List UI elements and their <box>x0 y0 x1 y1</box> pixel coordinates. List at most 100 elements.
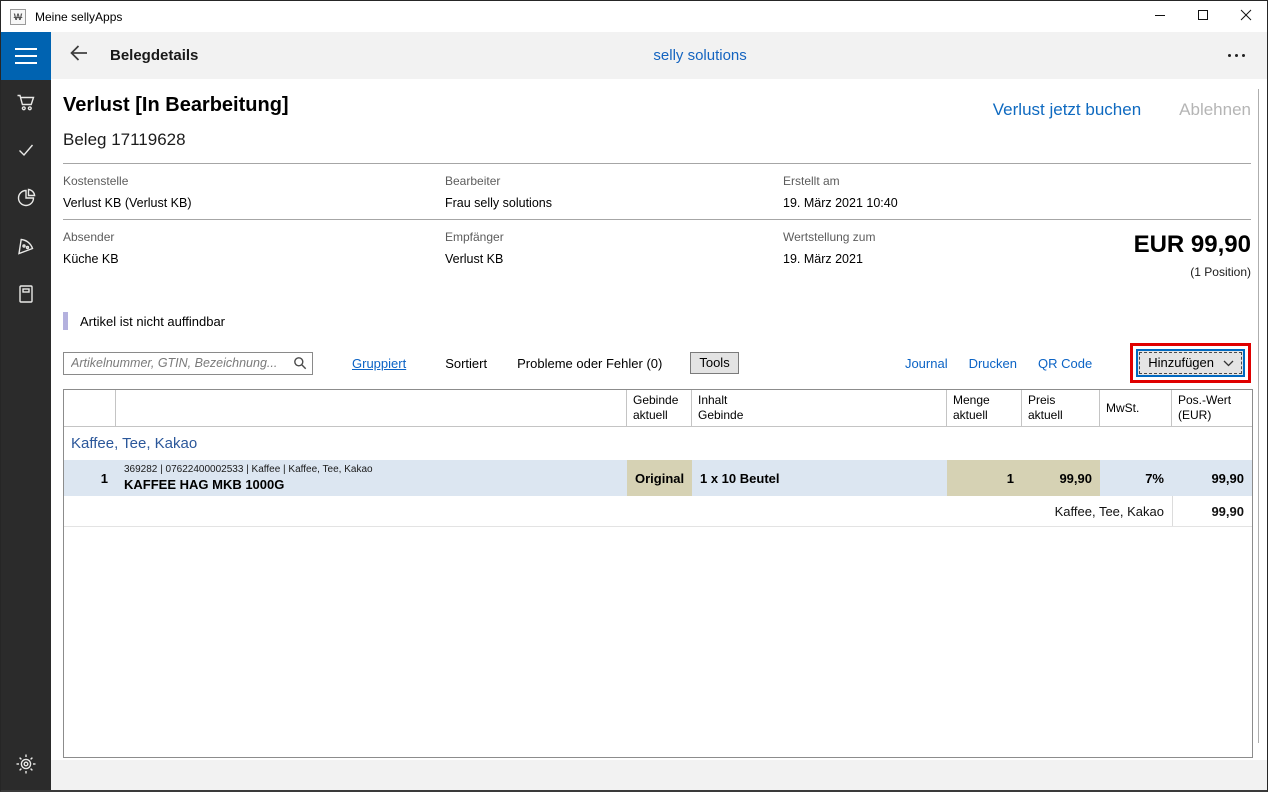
sidebar-item-cart[interactable] <box>1 80 51 128</box>
sidebar-item-statistics[interactable] <box>1 176 51 224</box>
document-total: EUR 99,90 (1 Position) <box>1083 230 1251 279</box>
more-icon <box>1228 54 1245 57</box>
row-number-cell: 1 <box>64 460 116 496</box>
table-header-row: Gebinde aktuell Inhalt Gebinde Menge akt… <box>64 390 1252 427</box>
window-title: Meine sellyApps <box>35 10 122 24</box>
document-number: Beleg 17119628 <box>63 130 1251 150</box>
print-link[interactable]: Drucken <box>969 356 1017 371</box>
journal-link[interactable]: Journal <box>905 356 948 371</box>
mwst-cell: 7% <box>1100 460 1172 496</box>
field-value: 19. März 2021 <box>783 252 1083 266</box>
sidebar-item-catalog[interactable] <box>1 272 51 320</box>
back-arrow-icon <box>67 41 91 70</box>
field-kostenstelle: Kostenstelle Verlust KB (Verlust KB) <box>63 174 445 210</box>
header-preis-aktuell: Preis aktuell <box>1022 390 1100 426</box>
maximize-button[interactable] <box>1181 1 1224 32</box>
main-content: Verlust [In Bearbeitung] Verlust jetzt b… <box>51 79 1267 758</box>
back-button[interactable] <box>64 41 94 71</box>
sidebar-item-settings[interactable] <box>1 742 51 790</box>
field-bearbeiter: Bearbeiter Frau selly solutions <box>445 174 783 210</box>
sorted-toggle[interactable]: Sortiert <box>445 356 487 371</box>
field-empfaenger: Empfänger Verlust KB <box>445 230 783 279</box>
book-icon <box>14 282 38 311</box>
header-inhalt-gebinde: Inhalt Gebinde <box>692 390 947 426</box>
problems-link[interactable]: Probleme oder Fehler (0) <box>517 356 662 371</box>
header-pos-wert: Pos.-Wert (EUR) <box>1172 390 1252 426</box>
reject-action[interactable]: Ablehnen <box>1179 100 1251 120</box>
title-bar: W Meine sellyApps <box>1 1 1267 32</box>
article-name: KAFFEE HAG MKB 1000G <box>124 478 284 491</box>
field-absender: Absender Küche KB <box>63 230 445 279</box>
field-value: Verlust KB <box>445 252 783 266</box>
search-input[interactable] <box>63 352 313 375</box>
cart-icon <box>14 90 38 119</box>
annotation-highlight-box: Hinzufügen <box>1130 343 1251 383</box>
pie-chart-icon <box>14 186 38 215</box>
header-article <box>116 390 627 426</box>
close-button[interactable] <box>1224 1 1267 32</box>
field-wertstellung: Wertstellung zum 19. März 2021 <box>783 230 1083 279</box>
table-row[interactable]: 1 369282 | 07622400002533 | Kaffee | Kaf… <box>64 460 1252 496</box>
document-title: Verlust [In Bearbeitung] <box>63 94 289 117</box>
status-text: Artikel ist nicht auffindbar <box>80 314 225 329</box>
grouped-toggle[interactable]: Gruppiert <box>352 356 406 371</box>
subtotal-label: Kaffee, Tee, Kakao <box>64 496 1172 526</box>
meta-row-1: Kostenstelle Verlust KB (Verlust KB) Bea… <box>63 164 1251 219</box>
scroll-area-edge <box>1258 89 1259 743</box>
field-label: Absender <box>63 230 445 244</box>
sidebar-item-food[interactable] <box>1 224 51 272</box>
hamburger-menu-button[interactable] <box>1 32 51 80</box>
add-button-label: Hinzufügen <box>1148 355 1214 370</box>
check-icon <box>14 138 38 167</box>
book-loss-action[interactable]: Verlust jetzt buchen <box>993 100 1141 120</box>
sidebar <box>1 32 51 790</box>
window-controls <box>1138 1 1267 32</box>
header-gebinde-aktuell: Gebinde aktuell <box>627 390 692 426</box>
pizza-icon <box>14 234 38 263</box>
meta-row-2: Absender Küche KB Empfänger Verlust KB W… <box>63 220 1251 288</box>
qr-code-link[interactable]: QR Code <box>1038 356 1092 371</box>
tools-button[interactable]: Tools <box>690 352 738 374</box>
header-mwst: MwSt. <box>1100 390 1172 426</box>
preis-cell[interactable]: 99,90 <box>1022 460 1100 496</box>
sidebar-item-tasks[interactable] <box>1 128 51 176</box>
status-message: Artikel ist nicht auffindbar <box>63 312 1251 330</box>
field-erstellt-am: Erstellt am 19. März 2021 10:40 <box>783 174 1083 210</box>
field-label: Kostenstelle <box>63 174 445 188</box>
total-positions: (1 Position) <box>1083 265 1251 279</box>
article-info: 369282 | 07622400002533 | Kaffee | Kaffe… <box>124 465 373 475</box>
header-rownum <box>64 390 116 426</box>
field-label: Erstellt am <box>783 174 1083 188</box>
field-value: Verlust KB (Verlust KB) <box>63 196 445 210</box>
search-icon[interactable] <box>293 356 307 375</box>
page-title: Belegdetails <box>110 47 198 64</box>
field-value: 19. März 2021 10:40 <box>783 196 1083 210</box>
positions-table: Gebinde aktuell Inhalt Gebinde Menge akt… <box>63 389 1253 758</box>
group-header-row[interactable]: Kaffee, Tee, Kakao <box>64 427 1252 460</box>
app-header-title: selly solutions <box>653 47 746 64</box>
minimize-icon <box>1154 8 1166 26</box>
app-icon: W <box>10 9 26 25</box>
article-cell: 369282 | 07622400002533 | Kaffee | Kaffe… <box>116 460 627 496</box>
minimize-button[interactable] <box>1138 1 1181 32</box>
total-amount: EUR 99,90 <box>1083 232 1251 258</box>
search-box <box>63 352 313 375</box>
maximize-icon <box>1197 8 1209 26</box>
inhalt-cell: 1 x 10 Beutel <box>692 460 947 496</box>
chevron-down-icon <box>1223 355 1234 370</box>
app-window: W Meine sellyApps <box>0 0 1268 792</box>
field-label: Empfänger <box>445 230 783 244</box>
menge-cell[interactable]: 1 <box>947 460 1022 496</box>
gear-icon <box>14 752 38 781</box>
more-options-button[interactable] <box>1222 48 1251 63</box>
group-subtotal-row: Kaffee, Tee, Kakao 99,90 <box>64 496 1252 527</box>
pos-wert-cell: 99,90 <box>1172 460 1252 496</box>
footer-bar <box>51 760 1267 790</box>
add-button[interactable]: Hinzufügen <box>1136 349 1245 377</box>
field-value: Frau selly solutions <box>445 196 783 210</box>
header-menge-aktuell: Menge aktuell <box>947 390 1022 426</box>
gebinde-cell[interactable]: Original <box>627 460 692 496</box>
toolbar-right-links: Journal Drucken QR Code Hinzufügen <box>905 343 1251 383</box>
field-label: Wertstellung zum <box>783 230 1083 244</box>
field-value: Küche KB <box>63 252 445 266</box>
